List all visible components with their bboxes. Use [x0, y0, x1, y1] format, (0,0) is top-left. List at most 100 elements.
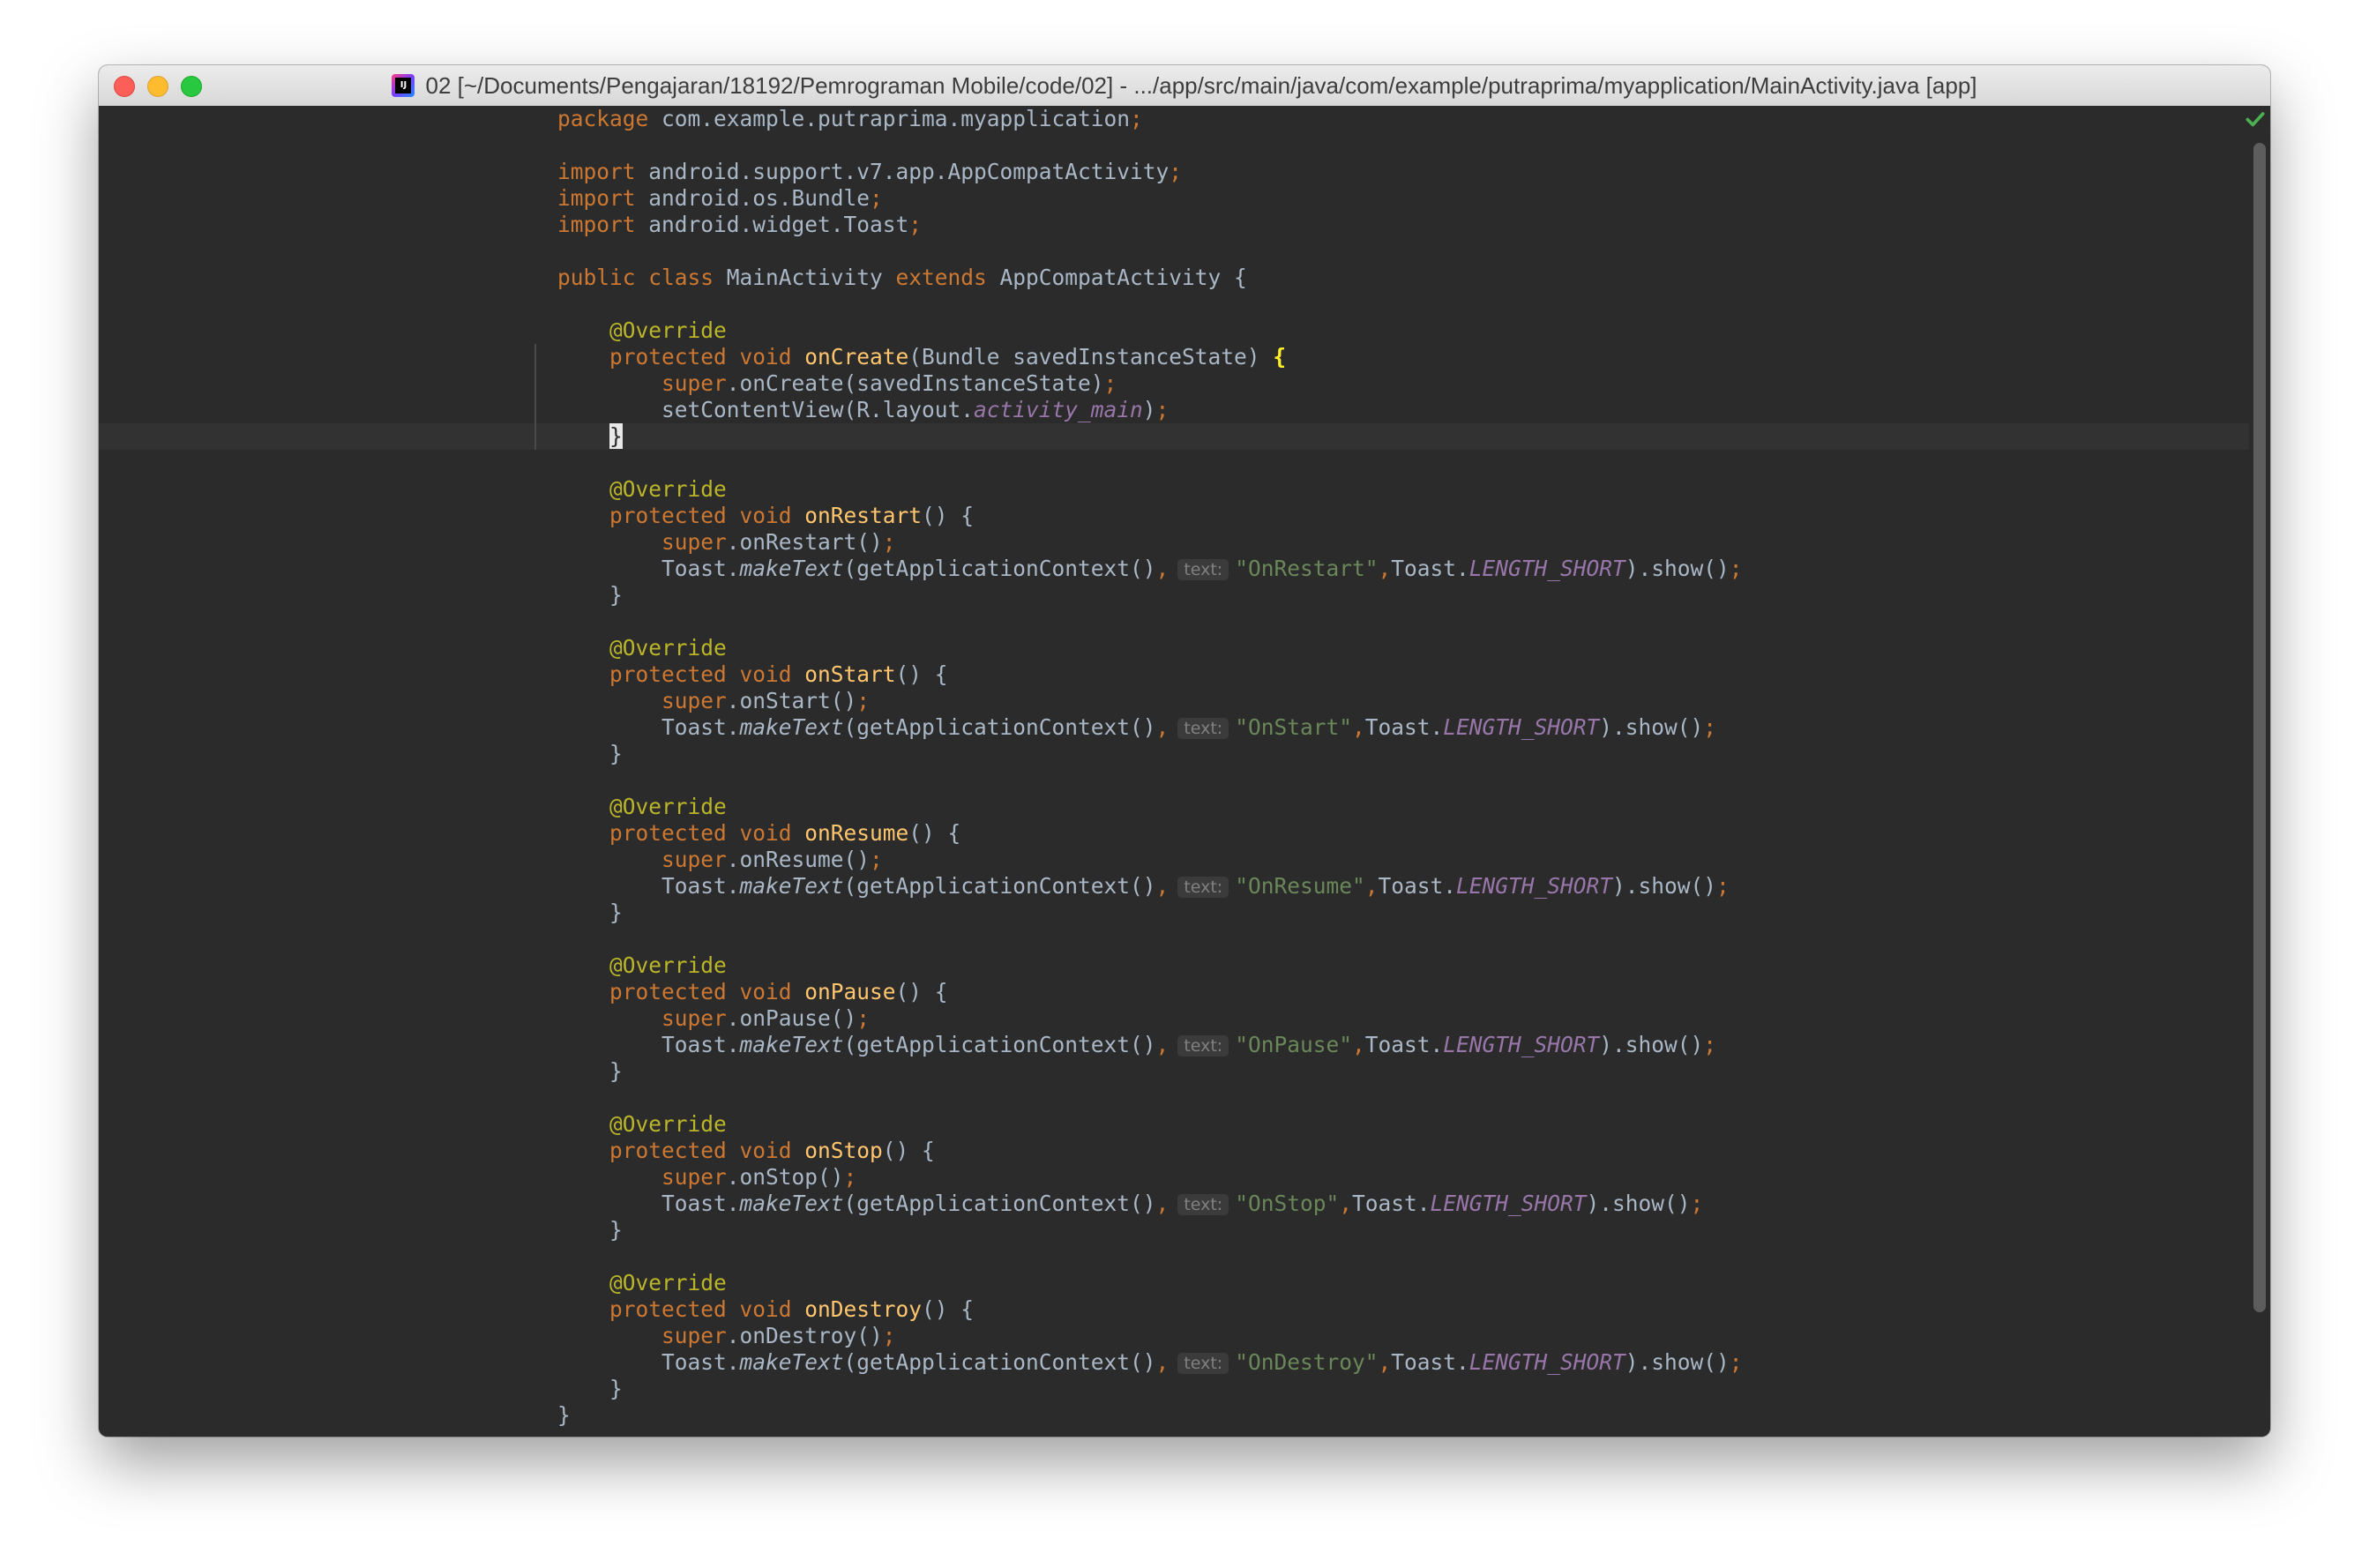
code-line[interactable]: super.onStart(); — [557, 688, 1743, 714]
code-token: makeText — [739, 1191, 844, 1216]
vertical-scrollbar-thumb[interactable] — [2253, 143, 2266, 1312]
code-line[interactable] — [557, 450, 1743, 476]
code-line[interactable] — [557, 132, 1743, 159]
code-token: } — [557, 741, 623, 766]
code-token: , — [1351, 714, 1365, 740]
code-token: .onPause() — [726, 1005, 857, 1031]
code-token: @Override — [609, 1111, 727, 1137]
code-line[interactable]: super.onRestart(); — [557, 529, 1743, 556]
code-token: } — [557, 582, 623, 608]
code-line[interactable]: super.onPause(); — [557, 1005, 1743, 1032]
code-line[interactable]: @Override — [557, 317, 1743, 344]
code-token: onStop — [804, 1138, 883, 1163]
code-line[interactable]: Toast.makeText(getApplicationContext(), t… — [557, 714, 1743, 741]
code-token: ; — [1703, 714, 1717, 740]
code-line[interactable]: super.onDestroy(); — [557, 1323, 1743, 1349]
code-token: protected void — [609, 503, 805, 528]
code-token: makeText — [739, 556, 844, 581]
code-line[interactable]: Toast.makeText(getApplicationContext(), t… — [557, 1032, 1743, 1058]
code-line[interactable] — [557, 238, 1743, 265]
code-token: ).show() — [1612, 873, 1717, 899]
code-line[interactable]: } — [557, 1058, 1743, 1085]
code-token: "OnDestroy" — [1235, 1349, 1379, 1375]
code-line[interactable]: } — [557, 900, 1743, 926]
code-line[interactable]: Toast.makeText(getApplicationContext(), t… — [557, 556, 1743, 582]
code-line[interactable] — [557, 926, 1743, 952]
code-line[interactable]: protected void onResume() { — [557, 820, 1743, 847]
code-line[interactable]: super.onCreate(savedInstanceState); — [557, 370, 1743, 397]
code-line[interactable]: import android.support.v7.app.AppCompatA… — [557, 159, 1743, 185]
code-line[interactable] — [557, 291, 1743, 317]
code-token: (Bundle savedInstanceState) — [908, 344, 1274, 370]
code-line[interactable]: @Override — [557, 476, 1743, 503]
code-token: android.widget.Toast — [635, 212, 909, 237]
code-editor[interactable]: package com.example.putraprima.myapplica… — [99, 106, 2270, 1437]
code-line[interactable]: @Override — [557, 635, 1743, 661]
code-line[interactable]: Toast.makeText(getApplicationContext(), t… — [557, 873, 1743, 900]
code-line[interactable]: protected void onStop() { — [557, 1138, 1743, 1164]
code-area[interactable]: package com.example.putraprima.myapplica… — [557, 106, 1743, 1429]
code-line[interactable]: public class MainActivity extends AppCom… — [557, 265, 1743, 291]
code-line[interactable] — [557, 767, 1743, 794]
code-line[interactable]: setContentView(R.layout.activity_main); — [557, 397, 1743, 423]
code-line[interactable]: protected void onCreate(Bundle savedInst… — [557, 344, 1743, 370]
code-token: LENGTH_SHORT — [1456, 873, 1613, 899]
code-token: ; — [882, 529, 896, 555]
code-token: super — [661, 1323, 727, 1348]
code-token: @Override — [609, 317, 727, 343]
code-token: LENGTH_SHORT — [1468, 556, 1625, 581]
code-token: () { — [895, 979, 948, 1004]
code-line[interactable] — [557, 609, 1743, 635]
code-line[interactable] — [557, 1243, 1743, 1270]
code-line[interactable]: @Override — [557, 1270, 1743, 1296]
code-token: ; — [870, 847, 883, 872]
code-token: .onDestroy() — [726, 1323, 883, 1348]
code-token: () { — [922, 503, 975, 528]
code-token: import — [557, 185, 636, 211]
code-token: Toast. — [557, 873, 740, 899]
code-token: AppCompatActivity { — [999, 265, 1247, 290]
code-line[interactable]: @Override — [557, 952, 1743, 979]
code-line[interactable]: import android.widget.Toast; — [557, 212, 1743, 238]
check-icon — [2246, 112, 2265, 127]
code-token: , — [1155, 556, 1170, 581]
code-line[interactable]: Toast.makeText(getApplicationContext(), t… — [557, 1349, 1743, 1376]
code-token: (getApplicationContext() — [843, 714, 1156, 740]
code-line[interactable]: @Override — [557, 1111, 1743, 1138]
code-token: @Override — [609, 1270, 727, 1295]
code-token: , — [1155, 1032, 1170, 1057]
code-line[interactable]: super.onStop(); — [557, 1164, 1743, 1191]
code-line[interactable]: super.onResume(); — [557, 847, 1743, 873]
code-line[interactable]: } — [557, 1402, 1743, 1429]
code-line[interactable]: protected void onRestart() { — [557, 503, 1743, 529]
code-line[interactable]: } — [557, 741, 1743, 767]
code-line[interactable]: protected void onPause() { — [557, 979, 1743, 1005]
code-token: .onRestart() — [726, 529, 883, 555]
code-token: ; — [1729, 556, 1743, 581]
code-line[interactable]: protected void onDestroy() { — [557, 1296, 1743, 1323]
title-bar[interactable]: 02 [~/Documents/Pengajaran/18192/Pemrogr… — [99, 65, 2270, 107]
code-token: } — [609, 423, 623, 449]
code-line[interactable]: @Override — [557, 794, 1743, 820]
code-line[interactable]: protected void onStart() { — [557, 661, 1743, 688]
code-line[interactable]: } — [557, 582, 1743, 609]
ide-window: 02 [~/Documents/Pengajaran/18192/Pemrogr… — [99, 65, 2270, 1437]
code-line[interactable] — [557, 1085, 1743, 1111]
code-token: makeText — [739, 1349, 844, 1375]
code-line[interactable]: import android.os.Bundle; — [557, 185, 1743, 212]
code-line[interactable]: } — [557, 1217, 1743, 1243]
code-line[interactable]: package com.example.putraprima.myapplica… — [557, 106, 1743, 132]
code-line[interactable]: } — [557, 423, 1743, 450]
code-line[interactable]: Toast.makeText(getApplicationContext(), t… — [557, 1191, 1743, 1217]
code-line[interactable]: } — [557, 1376, 1743, 1402]
code-token: ; — [1716, 873, 1730, 899]
code-token: makeText — [739, 1032, 844, 1057]
code-token: package — [557, 106, 649, 131]
